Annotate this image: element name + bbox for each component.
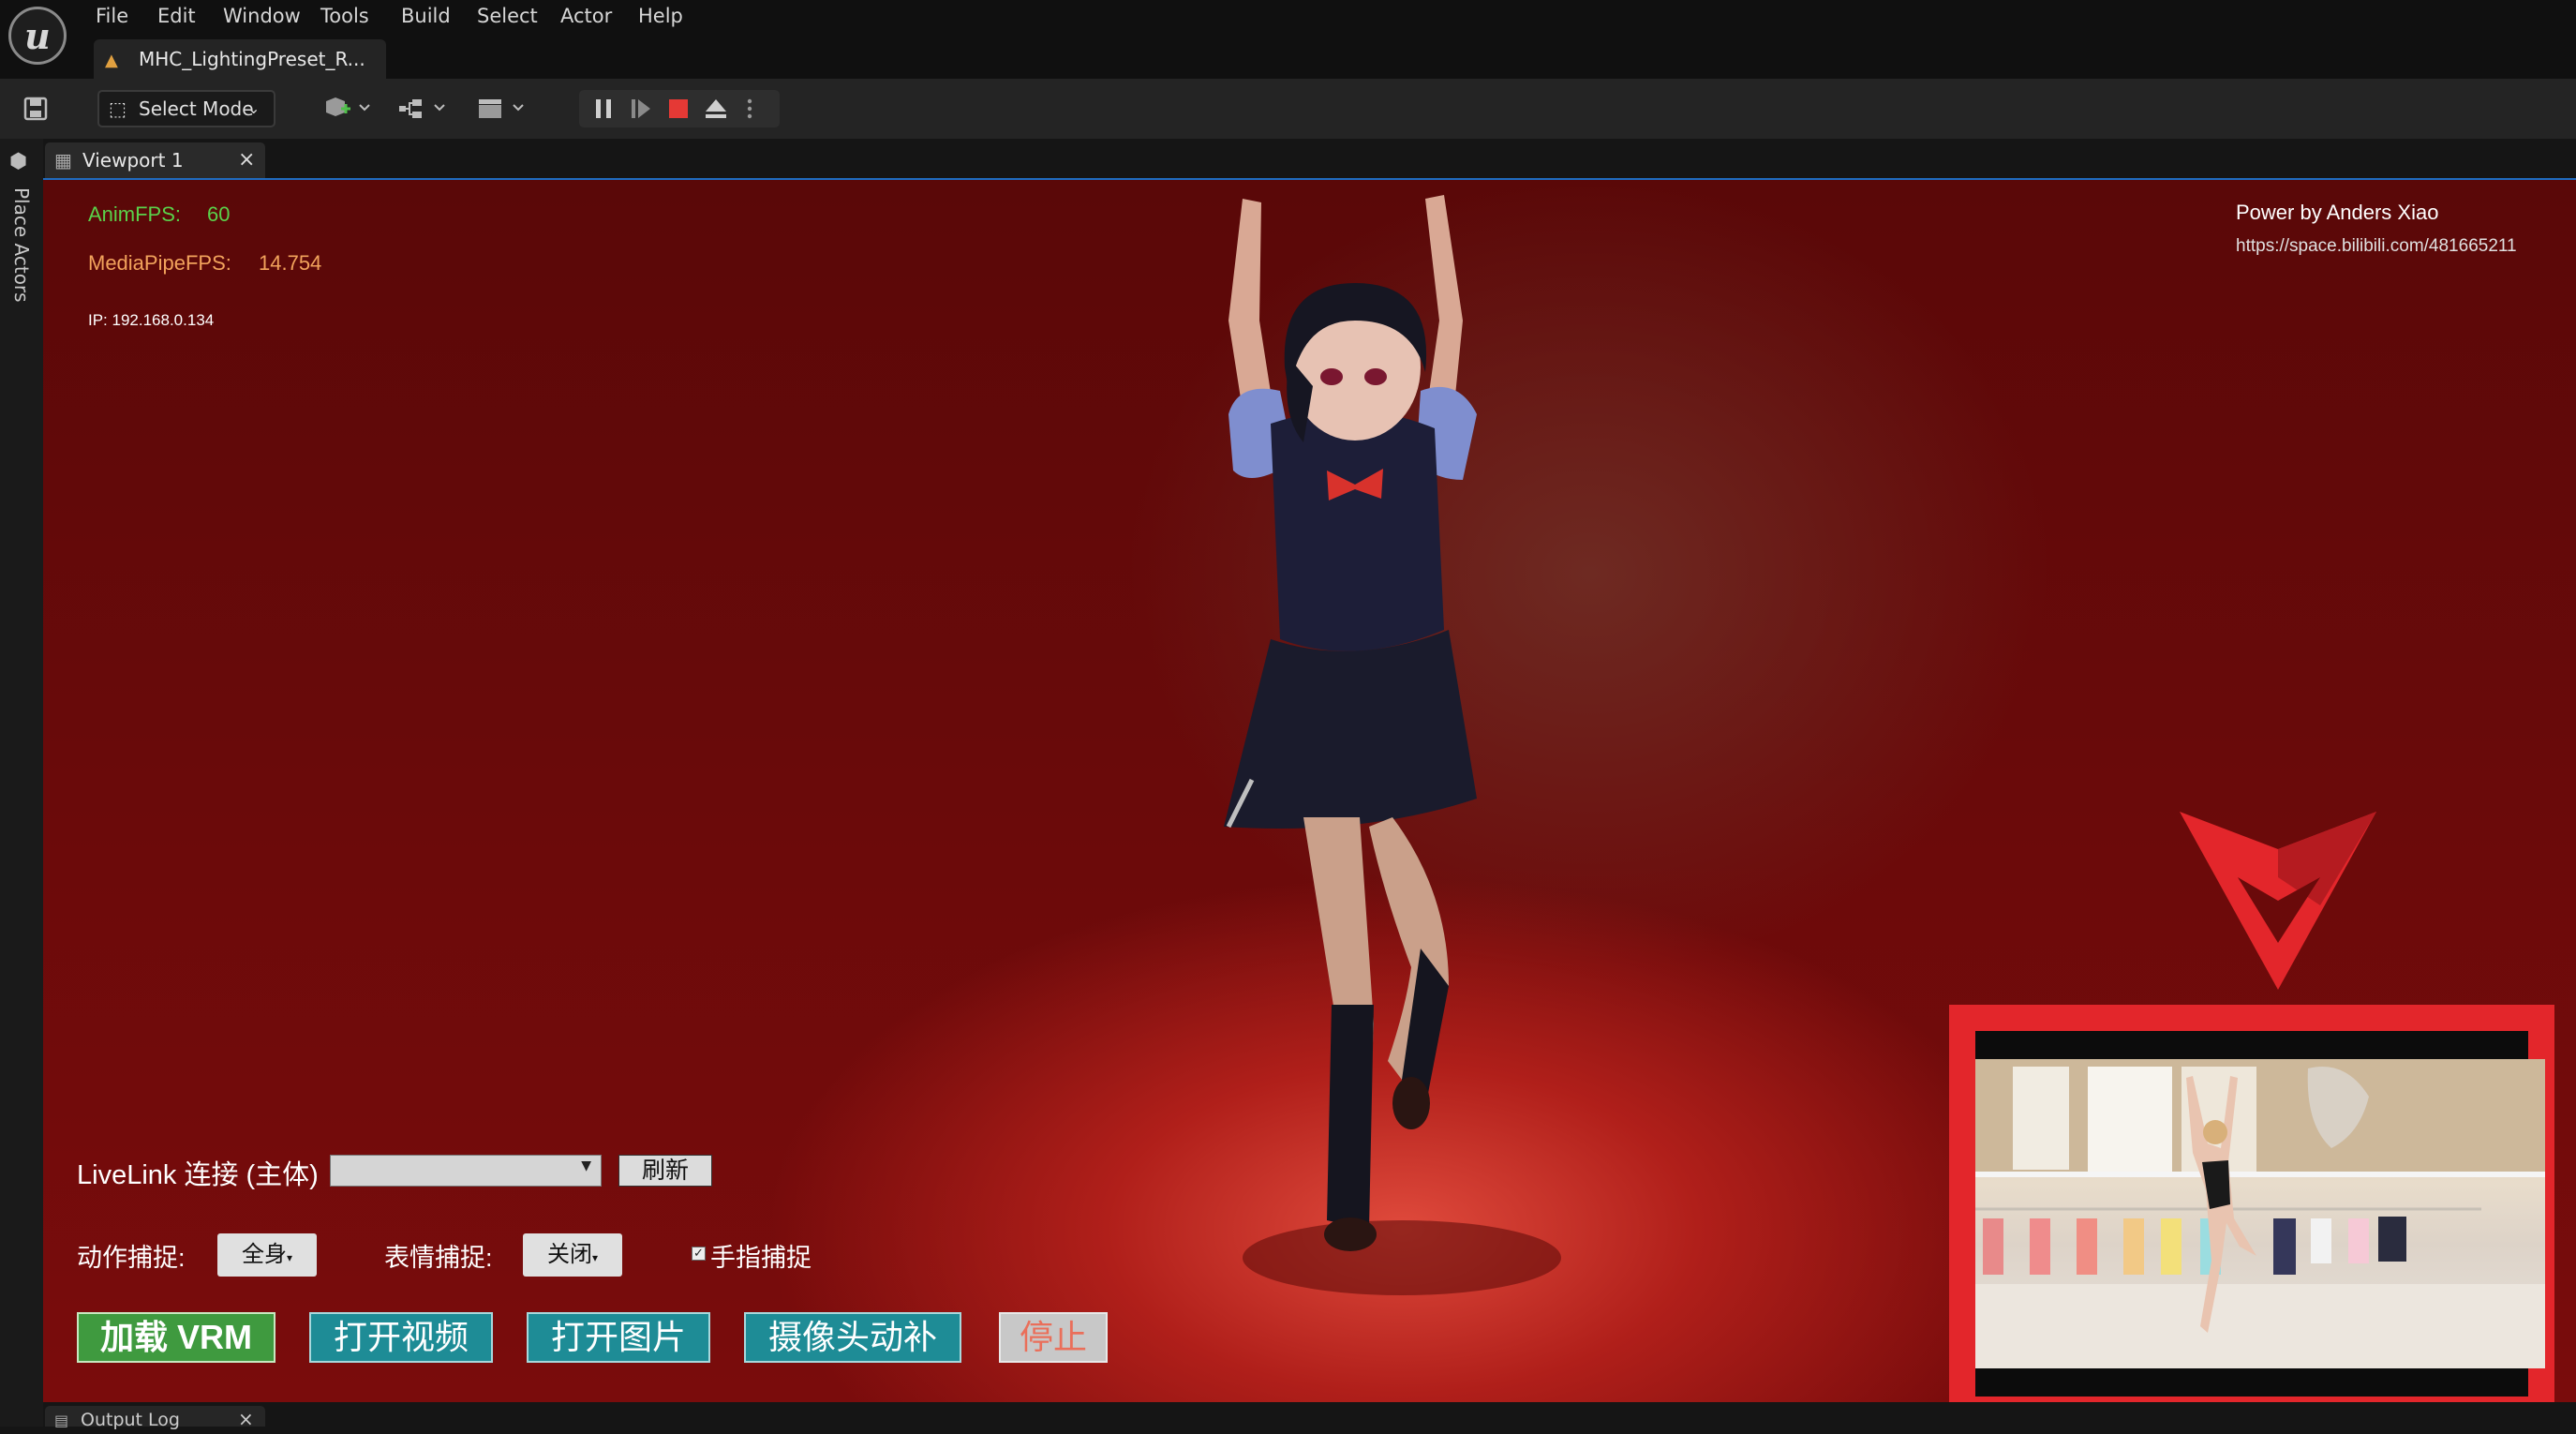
viewport-tab-bar: ▦ Viewport 1 × [43,139,2576,178]
ballet-studio-image [1975,1059,2545,1368]
motion-capture-value: 全身 [241,1242,287,1267]
more-options-icon[interactable] [740,96,759,122]
brand-chevron-logo [2180,812,2376,990]
finger-capture-label[interactable]: 手指捕捉 [710,1237,812,1274]
menu-window[interactable]: Window [223,0,301,32]
step-icon[interactable] [628,96,654,122]
anim-fps-value: 60 [207,202,231,226]
anime-character [1224,195,1561,1295]
face-capture-value: 关闭 [546,1242,592,1267]
place-actors-icon[interactable]: ⬢ [9,150,27,173]
place-actors-label: Place Actors [10,187,33,303]
menu-edit[interactable]: Edit [157,0,196,32]
viewport-tab-label: Viewport 1 [82,149,184,172]
close-icon[interactable]: × [238,142,255,178]
title-bar: u File Edit Window Tools Build Select Ac… [0,0,2576,79]
main-toolbar: ⬚ Select Mode ⌄ [0,79,2576,139]
ip-address: IP: 192.168.0.134 [88,311,215,329]
motion-capture-select[interactable]: 全身▾ [217,1233,317,1277]
blueprint-icon[interactable] [397,96,452,122]
anim-fps-label: AnimFPS: [88,202,182,226]
stop-icon[interactable] [665,96,692,122]
document-tab[interactable]: ▲ MHC_LightingPreset_R... [94,39,386,79]
place-actors-tab[interactable]: Place Actors [0,187,43,375]
credit-text: Power by Anders Xiao [2236,201,2439,224]
menu-select[interactable]: Select [477,0,538,32]
livelink-label: LiveLink 连接 (主体) [77,1160,319,1190]
chevron-down-icon: ⌄ [247,99,261,117]
mediapipe-fps-label: MediaPipeFPS: [88,251,231,275]
select-mode-label: Select Mode [139,97,254,120]
credit-url: https://space.bilibili.com/481665211 [2236,236,2517,256]
menu-build[interactable]: Build [401,0,451,32]
left-side-panel: ⬢ Place Actors [0,139,43,1427]
unreal-logo-icon[interactable]: u [8,7,67,65]
viewport[interactable]: AnimFPS: 60 MediaPipeFPS: 14.754 IP: 192… [43,178,2576,1402]
face-capture-select[interactable]: 关闭▾ [523,1233,622,1277]
output-log-tab[interactable]: ▤ Output Log × [45,1406,265,1430]
face-capture-label: 表情捕捉: [384,1244,493,1272]
output-log-bar: ▤ Output Log × [43,1402,2576,1430]
pause-icon[interactable] [590,96,617,122]
menu-tools[interactable]: Tools [320,0,369,32]
viewport-icon: ▦ [54,149,72,172]
open-image-button[interactable]: 打开图片 [527,1312,710,1363]
livelink-subject-select[interactable]: ▼ [330,1155,602,1187]
motion-capture-label: 动作捕捉: [77,1244,186,1272]
open-video-button[interactable]: 打开视频 [309,1312,493,1363]
load-vrm-button[interactable]: 加载 VRM [77,1312,275,1363]
stop-button[interactable]: 停止 [999,1312,1108,1363]
viewport-tab[interactable]: ▦ Viewport 1 × [45,142,265,178]
output-log-label: Output Log [81,1410,180,1430]
cinematics-icon[interactable] [476,96,530,122]
finger-capture-checkbox[interactable]: ✓ [692,1247,706,1261]
dropdown-arrow-icon: ▾ [286,1251,293,1264]
dropdown-arrow-icon: ▼ [581,1158,591,1173]
cursor-icon: ⬚ [109,97,127,120]
refresh-button[interactable]: 刷新 [618,1155,712,1187]
mediapipe-fps-value: 14.754 [259,251,322,275]
camera-capture-button[interactable]: 摄像头动补 [744,1312,961,1363]
add-actor-icon[interactable] [322,96,375,122]
level-warning-icon: ▲ [105,51,118,70]
eject-icon[interactable] [703,96,729,122]
document-tab-label: MHC_LightingPreset_R... [139,48,365,70]
menu-file[interactable]: File [96,0,128,32]
save-icon[interactable] [22,96,49,122]
output-log-icon: ▤ [54,1412,69,1429]
video-preview [1975,1059,2545,1368]
menu-actor[interactable]: Actor [560,0,612,32]
menu-help[interactable]: Help [638,0,683,32]
play-controls [579,90,780,127]
close-icon[interactable]: × [238,1406,254,1432]
select-mode-dropdown[interactable]: ⬚ Select Mode ⌄ [97,90,275,127]
dropdown-arrow-icon: ▾ [591,1251,599,1264]
